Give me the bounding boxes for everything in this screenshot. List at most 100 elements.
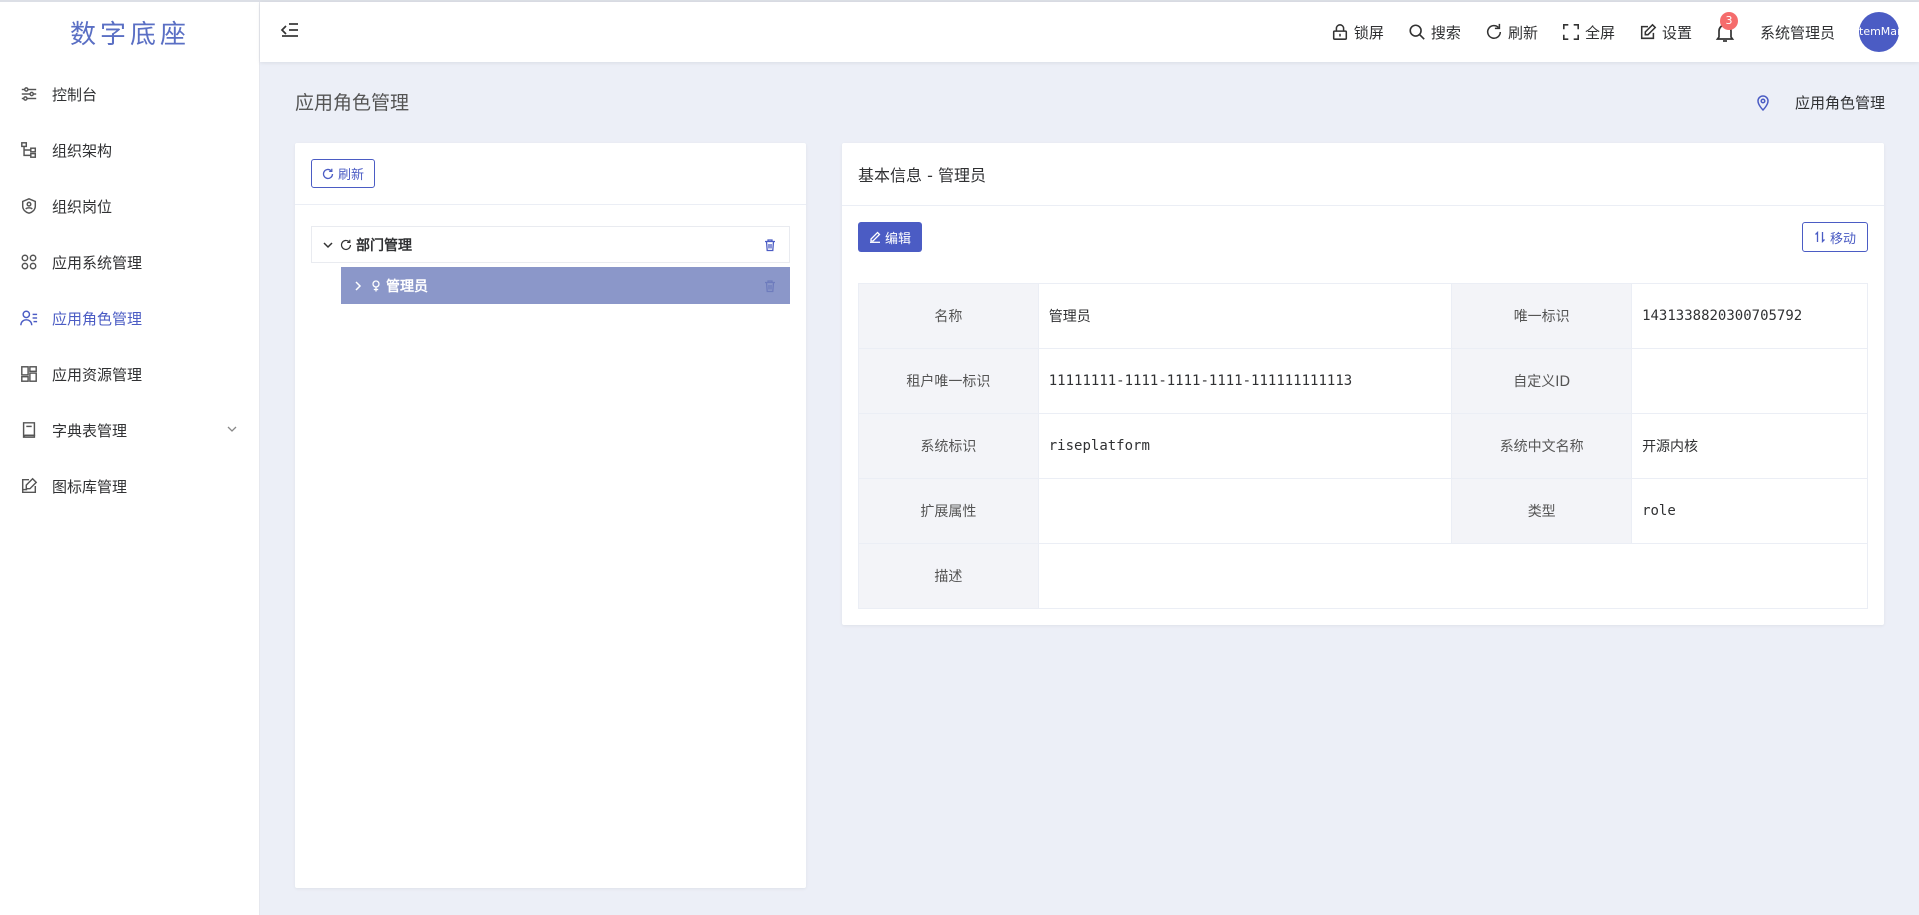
refresh-icon	[322, 168, 334, 179]
edit-button[interactable]: 编辑	[858, 222, 923, 252]
tree-toolbar: 刷新	[295, 143, 806, 205]
sidebar-item-label: 控制台	[52, 85, 98, 104]
trash-icon[interactable]	[763, 279, 777, 293]
notification-badge: 3	[1719, 12, 1738, 30]
name-value: 管理员	[1037, 283, 1453, 349]
tenant-label: 租户唯一标识	[858, 348, 1039, 414]
fullscreen-icon	[1562, 23, 1579, 41]
sidebar-item-label: 组织岗位	[52, 197, 113, 216]
sidebar-item-icon-library[interactable]: 图标库管理	[0, 458, 260, 514]
ext-props-value	[1037, 478, 1453, 544]
pencil-icon	[870, 231, 881, 243]
chevron-right-icon[interactable]	[352, 280, 364, 292]
notification-bell[interactable]: 3	[1714, 12, 1738, 43]
header-actions: 锁屏 搜索 刷新 全屏 设置 3 系统管理员 temMan	[1307, 2, 1899, 62]
chevron-down-icon[interactable]	[322, 239, 334, 251]
sidebar-item-org-positions[interactable]: 组织岗位	[0, 178, 260, 234]
edit-label: 编辑	[885, 231, 912, 247]
move-button[interactable]: 移动	[1801, 222, 1868, 252]
settings-button[interactable]: 设置	[1639, 22, 1692, 43]
fullscreen-label: 全屏	[1584, 23, 1615, 42]
sidebar-item-app-roles[interactable]: 应用角色管理	[0, 290, 260, 346]
search-label: 搜索	[1430, 23, 1461, 42]
uid-value: 1431338820300705792	[1631, 283, 1868, 349]
role-info-table: 名称 管理员 唯一标识 1431338820300705792 租户唯一标识 1…	[858, 283, 1869, 609]
sidebar-menu: 控制台 组织架构 组织岗位 应用系统管理 应用角色管理 应用资源管理 字典表管理	[0, 66, 260, 514]
sidebar-item-label: 应用角色管理	[52, 309, 143, 328]
trash-icon[interactable]	[763, 238, 777, 252]
location-pin-icon	[1757, 94, 1769, 111]
breadcrumb: 应用角色管理	[1755, 92, 1885, 113]
type-value: role	[1631, 478, 1868, 544]
move-label: 移动	[1829, 231, 1856, 247]
sidebar-item-org-structure[interactable]: 组织架构	[0, 122, 260, 178]
image-edit-icon	[21, 477, 38, 494]
ext-props-label: 扩展属性	[858, 478, 1039, 544]
system-cn-name-value: 开源内核	[1631, 413, 1868, 479]
sidebar-item-app-systems[interactable]: 应用系统管理	[0, 234, 260, 290]
refresh-label: 刷新	[1507, 23, 1538, 42]
role-tree-panel: 刷新 部门管理 管理员	[295, 143, 806, 888]
top-header: 锁屏 搜索 刷新 全屏 设置 3 系统管理员 temMan	[260, 2, 1919, 62]
description-label: 描述	[858, 543, 1039, 609]
edit-square-icon	[1640, 23, 1657, 40]
fullscreen-button[interactable]: 全屏	[1562, 22, 1615, 43]
search-button[interactable]: 搜索	[1408, 22, 1461, 43]
custom-id-value	[1631, 348, 1868, 414]
name-label: 名称	[858, 283, 1039, 349]
sidebar-item-app-resources[interactable]: 应用资源管理	[0, 346, 260, 402]
menu-fold-icon[interactable]	[280, 20, 300, 40]
avatar[interactable]: temMan	[1859, 12, 1899, 52]
settings-label: 设置	[1661, 23, 1692, 42]
lock-screen-button[interactable]: 锁屏	[1331, 22, 1384, 43]
table-row: 名称 管理员 唯一标识 1431338820300705792	[858, 283, 1868, 349]
tree-refresh-button[interactable]: 刷新	[311, 159, 376, 188]
refresh-page-button[interactable]: 刷新	[1485, 22, 1538, 43]
table-row: 描述	[858, 543, 1869, 609]
tree-node-label: 管理员	[386, 278, 428, 295]
table-row: 租户唯一标识 11111111-1111-1111-1111-111111111…	[858, 348, 1868, 414]
page-title: 应用角色管理	[295, 92, 410, 114]
sidebar-item-label: 组织架构	[52, 141, 113, 160]
table-row: 系统标识 riseplatform 系统中文名称 开源内核	[858, 413, 1868, 479]
sidebar: 数字底座 控制台 组织架构 组织岗位 应用系统管理 应用角色管理 应用资源管理 …	[0, 2, 260, 915]
shield-user-icon	[21, 198, 37, 214]
description-value	[1037, 543, 1869, 609]
detail-title: 基本信息 - 管理员	[842, 143, 1884, 206]
refresh-icon	[1486, 23, 1502, 39]
sidebar-item-dictionary[interactable]: 字典表管理	[0, 402, 260, 458]
sidebar-item-console[interactable]: 控制台	[0, 66, 260, 122]
table-row: 扩展属性 类型 role	[858, 478, 1868, 544]
lock-label: 锁屏	[1353, 23, 1384, 42]
uid-label: 唯一标识	[1451, 283, 1633, 349]
app-logo[interactable]: 数字底座	[0, 2, 260, 62]
chevron-down-icon	[227, 426, 237, 432]
person-icon	[372, 279, 380, 291]
tree-refresh-label: 刷新	[338, 168, 365, 183]
sidebar-item-label: 应用系统管理	[52, 253, 143, 272]
swap-icon	[1815, 231, 1825, 243]
breadcrumb-current[interactable]: 应用角色管理	[1795, 92, 1885, 113]
org-tree-icon	[21, 142, 37, 158]
role-tree: 部门管理 管理员	[311, 226, 790, 304]
user-name[interactable]: 系统管理员	[1760, 22, 1835, 43]
sidebar-item-label: 应用资源管理	[52, 365, 143, 384]
tree-node-admin[interactable]: 管理员	[341, 267, 790, 304]
system-id-value: riseplatform	[1037, 413, 1453, 479]
tenant-value: 11111111-1111-1111-1111-111111111113	[1037, 348, 1453, 414]
search-icon	[1409, 24, 1425, 40]
tree-node-label: 部门管理	[356, 237, 412, 254]
tree-node-department[interactable]: 部门管理	[311, 226, 790, 263]
sidebar-item-label: 图标库管理	[52, 477, 128, 496]
sync-icon	[340, 239, 352, 250]
custom-id-label: 自定义ID	[1451, 348, 1633, 414]
system-cn-name-label: 系统中文名称	[1451, 413, 1633, 479]
sidebar-item-label: 字典表管理	[52, 421, 128, 440]
dashboard-icon	[21, 366, 37, 382]
type-label: 类型	[1451, 478, 1633, 544]
system-id-label: 系统标识	[858, 413, 1039, 479]
role-detail-panel: 基本信息 - 管理员 编辑 移动 名称 管理员 唯一标识 14313388203…	[842, 143, 1884, 625]
user-list-icon	[20, 310, 38, 326]
book-icon	[22, 422, 36, 438]
sliders-icon	[21, 87, 37, 101]
